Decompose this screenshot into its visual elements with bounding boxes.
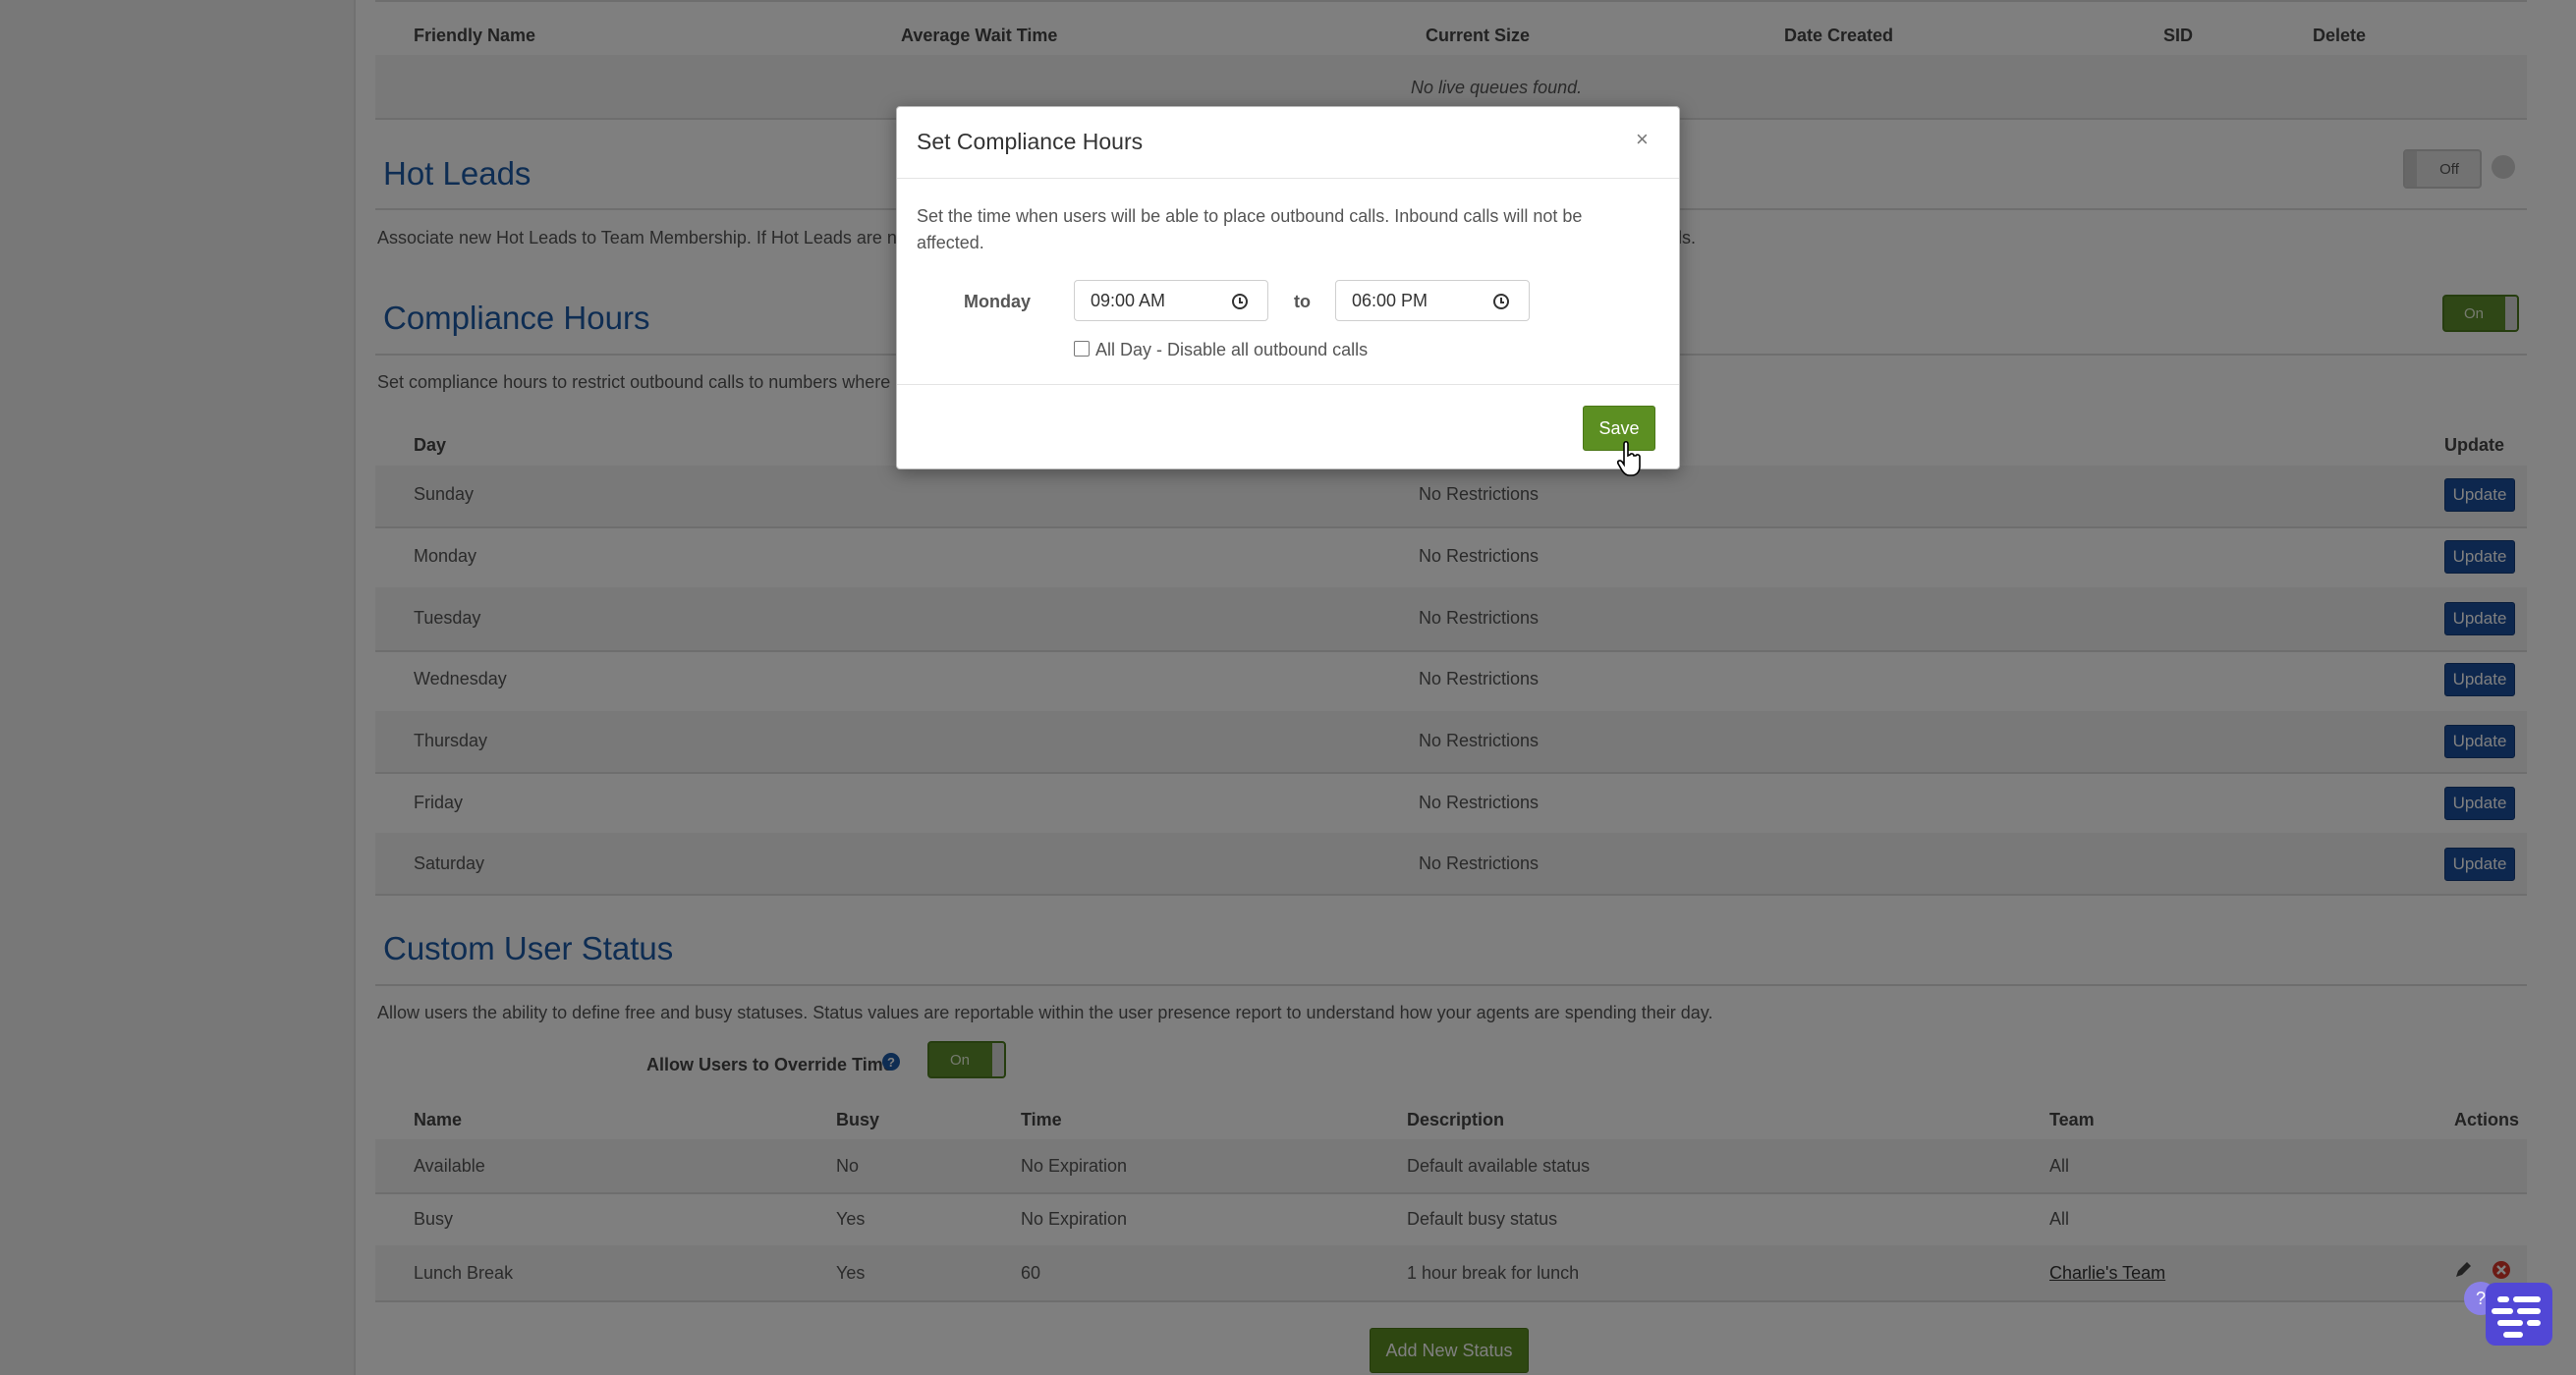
modal-description: Set the time when users will be able to … bbox=[917, 206, 1583, 252]
end-time-value: 06:00 PM bbox=[1352, 290, 1428, 310]
start-time-value: 09:00 AM bbox=[1091, 290, 1166, 310]
all-day-checkbox[interactable] bbox=[1074, 341, 1090, 357]
start-time-input[interactable]: 09:00 AM bbox=[1074, 280, 1268, 321]
divider bbox=[897, 178, 1679, 179]
clock-icon[interactable] bbox=[1493, 294, 1509, 309]
all-day-label: All Day - Disable all outbound calls bbox=[1095, 340, 1369, 359]
set-compliance-hours-modal: Set Compliance Hours × Set the time when… bbox=[896, 106, 1680, 469]
end-time-input[interactable]: 06:00 PM bbox=[1335, 280, 1530, 321]
chat-lines-icon bbox=[2492, 1296, 2541, 1338]
to-label: to bbox=[1294, 292, 1311, 311]
day-label: Monday bbox=[964, 292, 1032, 311]
divider bbox=[897, 384, 1679, 385]
clock-icon[interactable] bbox=[1232, 294, 1248, 309]
pointer-cursor-icon bbox=[1617, 440, 1641, 476]
modal-title: Set Compliance Hours bbox=[917, 129, 1144, 154]
chat-widget-button[interactable] bbox=[2486, 1283, 2552, 1346]
close-icon[interactable]: × bbox=[1636, 127, 1649, 152]
